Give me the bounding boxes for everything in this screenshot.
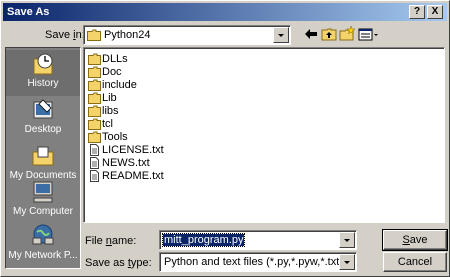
file-name: DLLs — [102, 53, 128, 65]
save-as-dialog: Save As ? X Save in: Python24 History De… — [0, 0, 450, 277]
file-name: include — [102, 79, 137, 91]
my-network-places-icon — [32, 224, 54, 245]
file-name: Doc — [102, 66, 122, 78]
chevron-down-icon[interactable] — [339, 254, 355, 270]
close-button[interactable]: X — [427, 5, 443, 19]
place-history[interactable]: History — [6, 50, 80, 96]
file-name-input[interactable]: mitt_program.py — [159, 230, 357, 250]
place-my-computer[interactable]: My Computer — [6, 178, 80, 224]
save-in-value: Python24 — [104, 29, 151, 41]
file-name: LICENSE.txt — [102, 144, 164, 156]
text-file-icon — [90, 157, 99, 169]
history-icon — [33, 53, 53, 75]
place-label: Desktop — [24, 124, 62, 135]
folder-icon — [87, 29, 101, 41]
title-bar[interactable]: Save As ? X — [3, 3, 447, 21]
help-button[interactable]: ? — [409, 5, 425, 19]
text-file-icon — [90, 144, 99, 156]
file-name: Tools — [102, 131, 128, 143]
text-file-icon — [90, 170, 99, 182]
file-name-label: File name: — [85, 235, 137, 247]
file-name: README.txt — [102, 170, 164, 182]
place-my-network-places[interactable]: My Network P... — [6, 222, 80, 268]
folder-icon — [88, 79, 101, 91]
folder-icon — [88, 53, 101, 65]
place-label: My Network P... — [8, 250, 78, 261]
file-name: tcl — [102, 118, 113, 130]
file-list[interactable]: DLLs Doc include Lib libs tcl Tools LICE… — [83, 47, 445, 223]
places-bar: History Desktop My Documents My Computer… — [5, 47, 81, 269]
cancel-button[interactable]: Cancel — [383, 252, 447, 272]
desktop-icon — [33, 99, 53, 119]
save-in-dropdown[interactable]: Python24 — [83, 25, 291, 45]
save-button[interactable]: Save — [382, 229, 448, 251]
file-name-value: mitt_program.py — [161, 233, 246, 247]
up-folder-icon[interactable] — [321, 26, 337, 42]
file-name: libs — [102, 105, 119, 117]
save-as-type-value: Python and text files (*.py,*.pyw,*.txt) — [164, 256, 343, 268]
place-desktop[interactable]: Desktop — [6, 96, 80, 142]
back-arrow-icon[interactable] — [303, 26, 319, 42]
file-name: Lib — [102, 92, 117, 104]
save-in-label: Save in: — [45, 29, 85, 41]
folder-icon — [88, 131, 101, 143]
view-menu-icon[interactable] — [358, 26, 380, 42]
folder-icon — [88, 118, 101, 130]
new-folder-icon[interactable] — [339, 26, 355, 42]
place-label: My Computer — [12, 206, 73, 217]
folder-icon — [88, 105, 101, 117]
place-label: History — [27, 78, 59, 89]
chevron-down-icon[interactable] — [273, 27, 289, 43]
save-as-type-dropdown[interactable]: Python and text files (*.py,*.pyw,*.txt) — [159, 252, 357, 272]
save-as-type-label: Save as type: — [85, 257, 152, 269]
window-title: Save As — [7, 6, 50, 18]
chevron-down-icon[interactable] — [339, 232, 355, 248]
folder-icon — [88, 66, 101, 78]
file-name: NEWS.txt — [102, 157, 150, 169]
my-computer-icon — [33, 181, 53, 203]
folder-icon — [88, 92, 101, 104]
my-documents-icon — [32, 146, 54, 166]
